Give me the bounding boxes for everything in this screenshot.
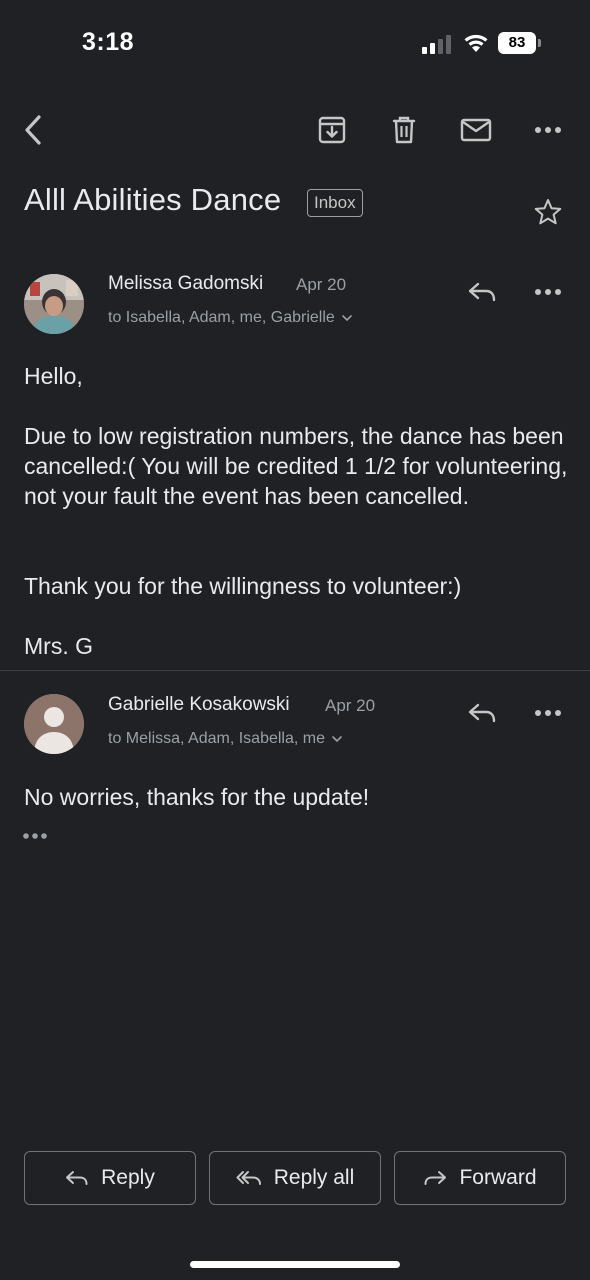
more-horizontal-icon (535, 710, 561, 716)
forward-button-label: Forward (459, 1166, 537, 1189)
reply-button-label: Reply (101, 1166, 155, 1189)
email-subject: Alll Abilities Dance (24, 182, 282, 217)
recipients-toggle[interactable]: to Melissa, Adam, Isabella, me (108, 730, 343, 748)
label-badge[interactable]: Inbox (307, 189, 363, 217)
message-date: Apr 20 (325, 696, 376, 715)
archive-button[interactable] (310, 108, 354, 152)
reply-all-button[interactable]: Reply all (209, 1151, 381, 1205)
recipients-text: to Melissa, Adam, Isabella, me (108, 730, 325, 747)
forward-button[interactable]: Forward (394, 1151, 566, 1205)
delete-button[interactable] (382, 108, 426, 152)
reply-icon (468, 703, 496, 723)
battery-level: 83 (498, 32, 536, 54)
more-options-button[interactable] (526, 108, 570, 152)
message-date: Apr 20 (296, 275, 347, 294)
chevron-down-icon (332, 736, 342, 743)
more-horizontal-icon (535, 289, 561, 295)
message-body-paragraph: Hello, (24, 363, 83, 389)
more-horizontal-icon (535, 127, 561, 133)
sender-avatar[interactable] (24, 274, 84, 334)
star-icon (534, 199, 562, 225)
wifi-icon (462, 31, 490, 53)
show-quoted-text-button[interactable] (22, 822, 56, 850)
cellular-signal-icon (422, 34, 452, 54)
status-time: 3:18 (82, 28, 135, 56)
archive-icon (318, 116, 346, 144)
chevron-left-icon (25, 115, 41, 145)
message-more-button[interactable] (526, 691, 570, 735)
message-signature: Mrs. G (24, 633, 93, 659)
message-divider (0, 670, 590, 671)
reply-all-button-label: Reply all (273, 1166, 355, 1189)
recipients-toggle[interactable]: to Isabella, Adam, me, Gabrielle (108, 309, 353, 327)
message-more-button[interactable] (526, 270, 570, 314)
recipients-text: to Isabella, Adam, me, Gabrielle (108, 309, 335, 326)
sender-name[interactable]: Melissa Gadomski (108, 273, 263, 295)
reply-icon-button[interactable] (460, 270, 504, 314)
reply-all-icon (236, 1171, 261, 1185)
forward-icon (424, 1171, 447, 1185)
back-button[interactable] (12, 108, 56, 152)
reply-icon-button[interactable] (460, 691, 504, 735)
home-indicator[interactable] (190, 1261, 400, 1268)
battery-indicator: 83 (498, 32, 542, 54)
reply-icon (66, 1171, 88, 1185)
star-button[interactable] (528, 192, 568, 232)
reply-icon (468, 282, 496, 302)
chevron-down-icon (341, 315, 352, 322)
message-body-paragraph: Thank you for the willingness to volunte… (24, 573, 462, 599)
reply-button[interactable]: Reply (24, 1151, 196, 1205)
sender-name[interactable]: Gabrielle Kosakowski (108, 694, 290, 716)
trash-icon (392, 116, 416, 144)
mail-icon (460, 118, 492, 142)
message-body-paragraph: Due to low registration numbers, the dan… (24, 423, 568, 509)
more-horizontal-icon (23, 833, 47, 839)
message-body-paragraph: No worries, thanks for the update! (24, 784, 370, 810)
sender-avatar[interactable] (24, 694, 84, 754)
mark-unread-button[interactable] (454, 108, 498, 152)
